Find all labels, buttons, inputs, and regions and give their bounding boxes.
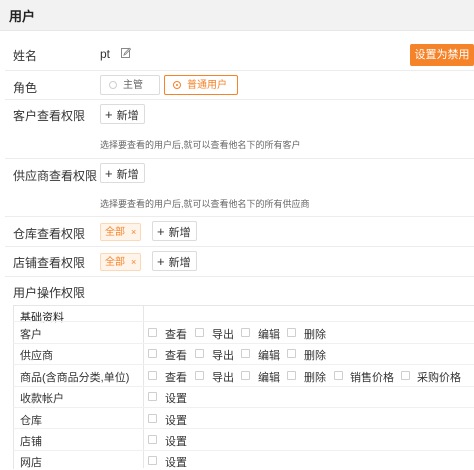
customer-perm-label: 客户查看权限	[13, 109, 86, 123]
checkbox-product-sale-price[interactable]	[334, 371, 343, 380]
role-option-label: 普通用户	[187, 80, 227, 91]
store-perm-label: 店铺查看权限	[13, 256, 86, 270]
perm-row-customer: 客户	[20, 329, 42, 341]
warehouse-perm-label: 仓库查看权限	[13, 227, 86, 241]
divider	[5, 99, 474, 100]
divider	[13, 450, 474, 451]
divider	[13, 407, 474, 408]
checkbox-product-delete[interactable]	[287, 371, 296, 380]
role-option-manager[interactable]: 主管	[100, 75, 160, 95]
perm-row-product: 商品(含商品分类,单位)	[20, 372, 130, 384]
role-label: 角色	[13, 81, 38, 95]
add-supplier-viewer-button[interactable]: + 新增	[100, 163, 145, 183]
close-icon[interactable]: ×	[131, 257, 136, 267]
checkbox-label: 删除	[304, 372, 326, 384]
checkbox-customer-view[interactable]	[148, 328, 157, 337]
tag-label: 全部	[105, 227, 125, 238]
checkbox-product-export[interactable]	[195, 371, 204, 380]
divider	[13, 364, 474, 365]
name-value: pt	[100, 47, 111, 61]
add-store-button[interactable]: + 新增	[152, 251, 197, 271]
checkbox-label: 查看	[165, 372, 187, 384]
divider	[5, 216, 474, 217]
checkbox-warehouse-setting[interactable]	[148, 414, 157, 423]
checkbox-online-store-setting[interactable]	[148, 456, 157, 465]
checkbox-label: 导出	[212, 350, 234, 362]
add-label: 新增	[168, 257, 191, 269]
divider	[5, 70, 474, 71]
checkbox-supplier-export[interactable]	[195, 349, 204, 358]
role-option-label: 主管	[123, 80, 143, 91]
checkbox-customer-delete[interactable]	[287, 328, 296, 337]
checkbox-label: 编辑	[258, 372, 280, 384]
divider	[5, 276, 474, 277]
divider	[13, 321, 474, 322]
radio-icon	[109, 81, 117, 89]
role-option-normal-user[interactable]: 普通用户	[164, 75, 238, 95]
tag-label: 全部	[105, 257, 125, 268]
add-label: 新增	[116, 110, 139, 122]
divider	[13, 386, 474, 387]
checkbox-supplier-view[interactable]	[148, 349, 157, 358]
perm-row-warehouse: 仓库	[20, 415, 42, 427]
checkbox-supplier-delete[interactable]	[287, 349, 296, 358]
checkbox-label: 设置	[165, 393, 187, 405]
add-label: 新增	[116, 169, 139, 181]
radio-selected-icon	[173, 81, 181, 89]
checkbox-payment-account-setting[interactable]	[148, 392, 157, 401]
divider	[5, 158, 474, 159]
divider	[13, 343, 474, 344]
plus-icon: +	[105, 107, 113, 122]
perm-row-store: 店铺	[20, 436, 42, 448]
checkbox-label: 导出	[212, 372, 234, 384]
perm-row-payment-account: 收款帐户	[20, 393, 64, 405]
plus-icon: +	[157, 254, 165, 269]
edit-icon[interactable]	[121, 47, 131, 58]
checkbox-label: 查看	[165, 329, 187, 341]
set-disabled-button[interactable]: 设置为禁用	[410, 44, 474, 66]
supplier-perm-hint: 选择要查看的用户后,就可以查看他名下的所有供应商	[100, 199, 310, 209]
checkbox-label: 删除	[304, 350, 326, 362]
checkbox-label: 设置	[165, 415, 187, 427]
divider	[13, 428, 474, 429]
checkbox-product-purchase-price[interactable]	[401, 371, 410, 380]
checkbox-product-edit[interactable]	[241, 371, 250, 380]
checkbox-customer-export[interactable]	[195, 328, 204, 337]
checkbox-product-view[interactable]	[148, 371, 157, 380]
checkbox-label: 编辑	[258, 350, 280, 362]
perm-row-supplier: 供应商	[20, 350, 53, 362]
checkbox-label: 查看	[165, 350, 187, 362]
checkbox-label: 导出	[212, 329, 234, 341]
supplier-perm-label: 供应商查看权限	[13, 169, 98, 183]
warehouse-tag-all: 全部 ×	[100, 223, 142, 241]
divider	[5, 246, 474, 247]
page-header: 用户	[0, 0, 474, 31]
checkbox-label: 删除	[304, 329, 326, 341]
plus-icon: +	[157, 224, 165, 239]
add-label: 新增	[168, 227, 191, 239]
checkbox-label: 编辑	[258, 329, 280, 341]
user-ops-label: 用户操作权限	[13, 286, 86, 300]
checkbox-label: 销售价格	[350, 372, 394, 384]
checkbox-customer-edit[interactable]	[241, 328, 250, 337]
checkbox-label: 采购价格	[417, 372, 461, 384]
page-title: 用户	[9, 9, 36, 24]
checkbox-supplier-edit[interactable]	[241, 349, 250, 358]
plus-icon: +	[105, 166, 113, 181]
permission-section-title: 基础资料	[20, 312, 64, 324]
checkbox-label: 设置	[165, 436, 187, 448]
add-customer-viewer-button[interactable]: + 新增	[100, 104, 145, 124]
customer-perm-hint: 选择要查看的用户后,就可以查看他名下的所有客户	[100, 140, 301, 150]
name-label: 姓名	[13, 49, 38, 63]
store-tag-all: 全部 ×	[100, 253, 142, 271]
checkbox-store-setting[interactable]	[148, 435, 157, 444]
close-icon[interactable]: ×	[131, 227, 136, 237]
add-warehouse-button[interactable]: + 新增	[152, 221, 197, 241]
